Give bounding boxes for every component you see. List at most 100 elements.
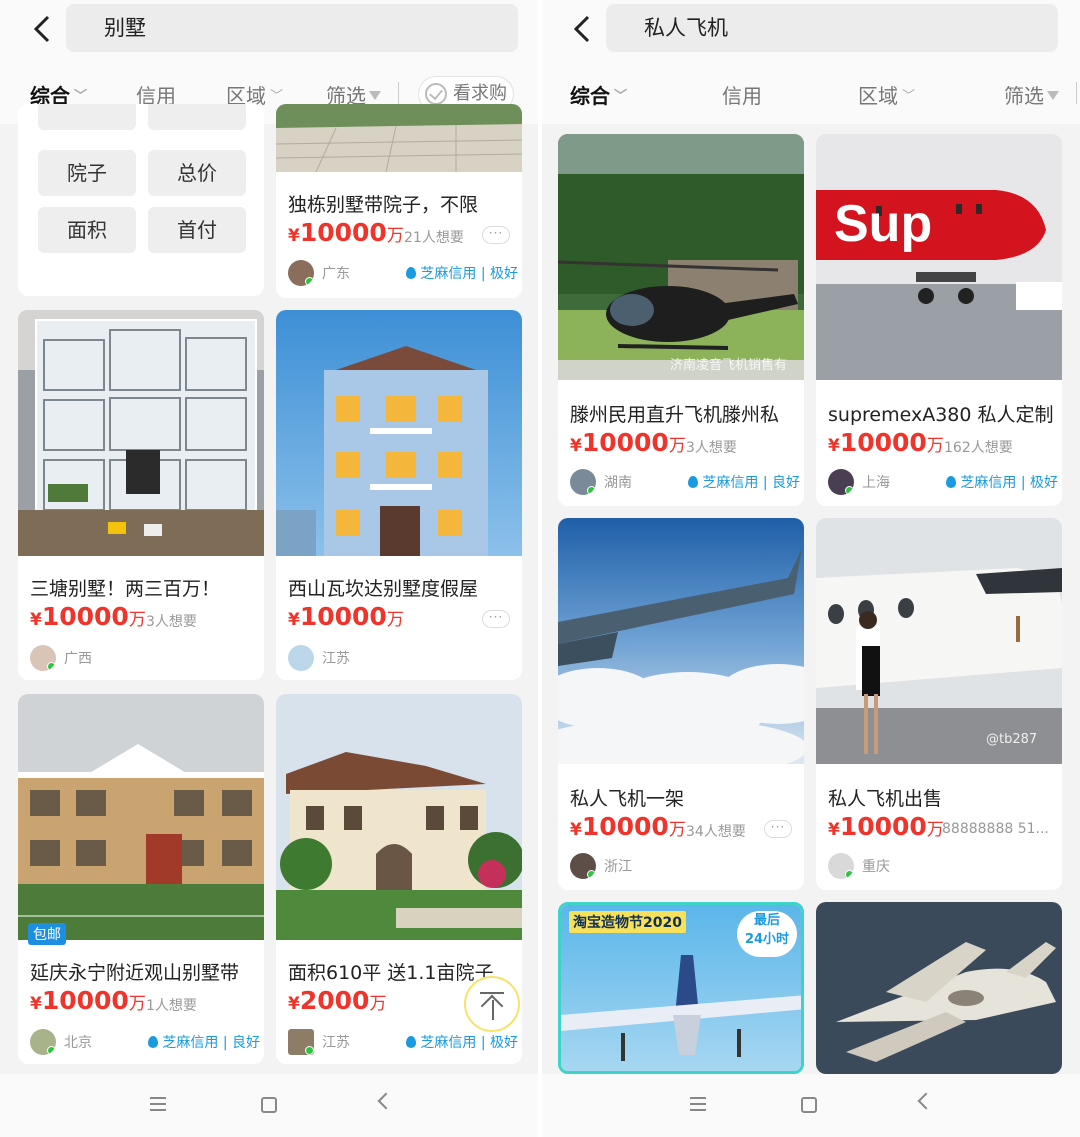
avatar[interactable] — [828, 853, 854, 879]
product-image: @tb287 — [816, 518, 1062, 764]
product-image — [276, 694, 522, 940]
product-price: ¥10000万 — [570, 428, 686, 457]
online-dot — [845, 486, 854, 495]
avatar[interactable] — [288, 260, 314, 286]
filter-tag-partial[interactable] — [148, 104, 246, 130]
online-dot — [587, 486, 596, 495]
check-circle-icon — [425, 83, 447, 105]
sesame-credit-icon — [406, 1036, 417, 1048]
promo-product-card[interactable]: 淘宝造物节2020 最后 24小时 — [558, 902, 804, 1074]
chevron-down-icon: ﹀ — [270, 89, 284, 104]
product-card[interactable] — [816, 902, 1062, 1074]
seller-info: 北京 芝麻信用 | 良好 — [30, 1028, 260, 1056]
price-unit: 万 — [668, 820, 686, 840]
product-image — [558, 518, 804, 764]
tab-region[interactable]: 区域 ﹀ — [858, 80, 915, 109]
seller-info: 江苏 — [288, 644, 518, 672]
product-price: ¥2000万 — [288, 986, 386, 1015]
product-card[interactable]: 三塘别墅！两三百万！ ¥10000万 3人想要 广西 — [18, 310, 264, 680]
avatar[interactable] — [570, 469, 596, 495]
avatar[interactable] — [30, 1029, 56, 1055]
sesame-credit-icon — [148, 1036, 159, 1048]
filter-tabs: 综合 ﹀ 信用 区域 ﹀ 筛选 — [540, 70, 1080, 118]
credit-badge: 芝麻信用 | 极好 — [406, 1032, 518, 1052]
online-dot — [47, 662, 56, 671]
nav-back-icon[interactable] — [377, 1092, 395, 1110]
villa-model-image — [18, 310, 264, 556]
sup-logo-text: Sup — [834, 195, 933, 253]
product-card[interactable]: 私人飞机一架 ¥10000万 34人想要 ··· 浙江 — [558, 518, 804, 890]
search-input[interactable]: 私人飞机 — [606, 4, 1058, 52]
menu-icon[interactable] — [150, 1094, 172, 1116]
search-input[interactable]: 别墅 — [66, 4, 518, 52]
home-square-icon[interactable] — [261, 1097, 277, 1113]
product-image: 济南凌音飞机销售有 — [558, 134, 804, 380]
image-watermark: @tb287 — [986, 732, 1038, 747]
credit-label: 芝麻信用 | 极好 — [960, 475, 1058, 491]
ellipsis-icon[interactable]: ··· — [764, 820, 792, 838]
sesame-credit-icon — [946, 476, 957, 488]
seller-info: 广西 — [30, 644, 260, 672]
product-card[interactable]: 济南凌音飞机销售有 滕州民用直升飞机滕州私 ¥10000万 3人想要 湖南 芝麻… — [558, 134, 804, 506]
nav-back-icon[interactable] — [917, 1092, 935, 1110]
ellipsis-icon[interactable]: ··· — [482, 226, 510, 244]
sesame-credit-icon — [406, 267, 417, 279]
product-title: 私人飞机一架 — [570, 788, 685, 810]
back-to-top-button[interactable] — [464, 976, 520, 1032]
filter-tag-partial[interactable] — [38, 104, 136, 130]
menu-icon[interactable] — [690, 1094, 712, 1116]
currency: ¥ — [828, 820, 840, 840]
red-airliner-image — [816, 134, 1062, 380]
chevron-down-icon: ﹀ — [614, 89, 628, 104]
free-shipping-badge: 包邮 — [28, 923, 66, 945]
seller-location: 广东 — [322, 266, 350, 282]
sesame-credit-icon — [688, 476, 699, 488]
product-price: ¥10000万 — [570, 812, 686, 841]
ellipsis-icon[interactable]: ··· — [482, 610, 510, 628]
left-panel: 别墅 综合 ﹀ 信用 区域 ﹀ 筛选 看求购 院子 总价 面积 首付 独栋别墅带院子… — [0, 0, 540, 1137]
product-card[interactable]: 西山瓦坎达别墅度假屋 ¥10000万 ··· 江苏 — [276, 310, 522, 680]
filter-tag-yard[interactable]: 院子 — [38, 150, 136, 196]
seller-location: 江苏 — [322, 651, 350, 667]
product-title: 西山瓦坎达别墅度假屋 — [288, 578, 479, 600]
product-price: ¥10000万 — [828, 812, 944, 841]
seller-info: 上海 芝麻信用 | 极好 — [828, 468, 1058, 496]
filter-tag-total-price[interactable]: 总价 — [148, 150, 246, 196]
helicopter-image — [558, 134, 804, 380]
avatar[interactable] — [288, 645, 314, 671]
want-to-buy-label: 看求购 — [453, 83, 507, 104]
avatar[interactable] — [828, 469, 854, 495]
tab-credit[interactable]: 信用 — [722, 80, 762, 109]
mansion-image — [18, 694, 264, 940]
seller-info: 重庆 — [828, 852, 1058, 880]
price-value: 10000 — [581, 428, 669, 457]
tab-label: 区域 — [858, 84, 898, 108]
product-card[interactable]: @tb287 私人飞机出售 ¥10000万 88888888 51... 重庆 — [816, 518, 1062, 890]
want-count: 3人想要 — [686, 440, 737, 456]
credit-badge: 芝麻信用 | 良好 — [688, 472, 800, 492]
credit-label: 芝麻信用 | 良好 — [702, 475, 800, 491]
online-dot — [47, 1046, 56, 1055]
back-button[interactable] — [26, 10, 58, 48]
tab-filter[interactable]: 筛选 — [1004, 80, 1059, 109]
chevron-left-icon — [33, 15, 50, 43]
back-button[interactable] — [566, 10, 598, 48]
price-value: 10000 — [839, 812, 927, 841]
tab-comprehensive[interactable]: 综合 ﹀ — [570, 80, 627, 109]
price-unit: 万 — [386, 610, 404, 630]
avatar[interactable] — [30, 645, 56, 671]
product-card[interactable]: Sup supremexA380 私人定制 ¥10000万 162人想要 上海 … — [816, 134, 1062, 506]
funnel-icon — [369, 91, 381, 100]
home-square-icon[interactable] — [801, 1097, 817, 1113]
filter-tag-area[interactable]: 面积 — [38, 207, 136, 253]
product-card[interactable]: 独栋别墅带院子，不限 ¥10000万 21人想要 ··· 广东 芝麻信用 | 极… — [276, 104, 522, 298]
avatar[interactable] — [570, 853, 596, 879]
product-price: ¥10000万 — [288, 602, 404, 631]
product-card[interactable]: 延庆永宁附近观山别墅带 ¥10000万 1人想要 北京 芝麻信用 | 良好 — [18, 694, 264, 1064]
filter-tag-down-payment[interactable]: 首付 — [148, 207, 246, 253]
want-count: 34人想要 — [686, 824, 746, 840]
avatar[interactable] — [288, 1029, 314, 1055]
chevron-left-icon — [573, 15, 590, 43]
seller-info: 广东 芝麻信用 | 极好 — [288, 259, 518, 287]
credit-label: 芝麻信用 | 良好 — [162, 1035, 260, 1051]
